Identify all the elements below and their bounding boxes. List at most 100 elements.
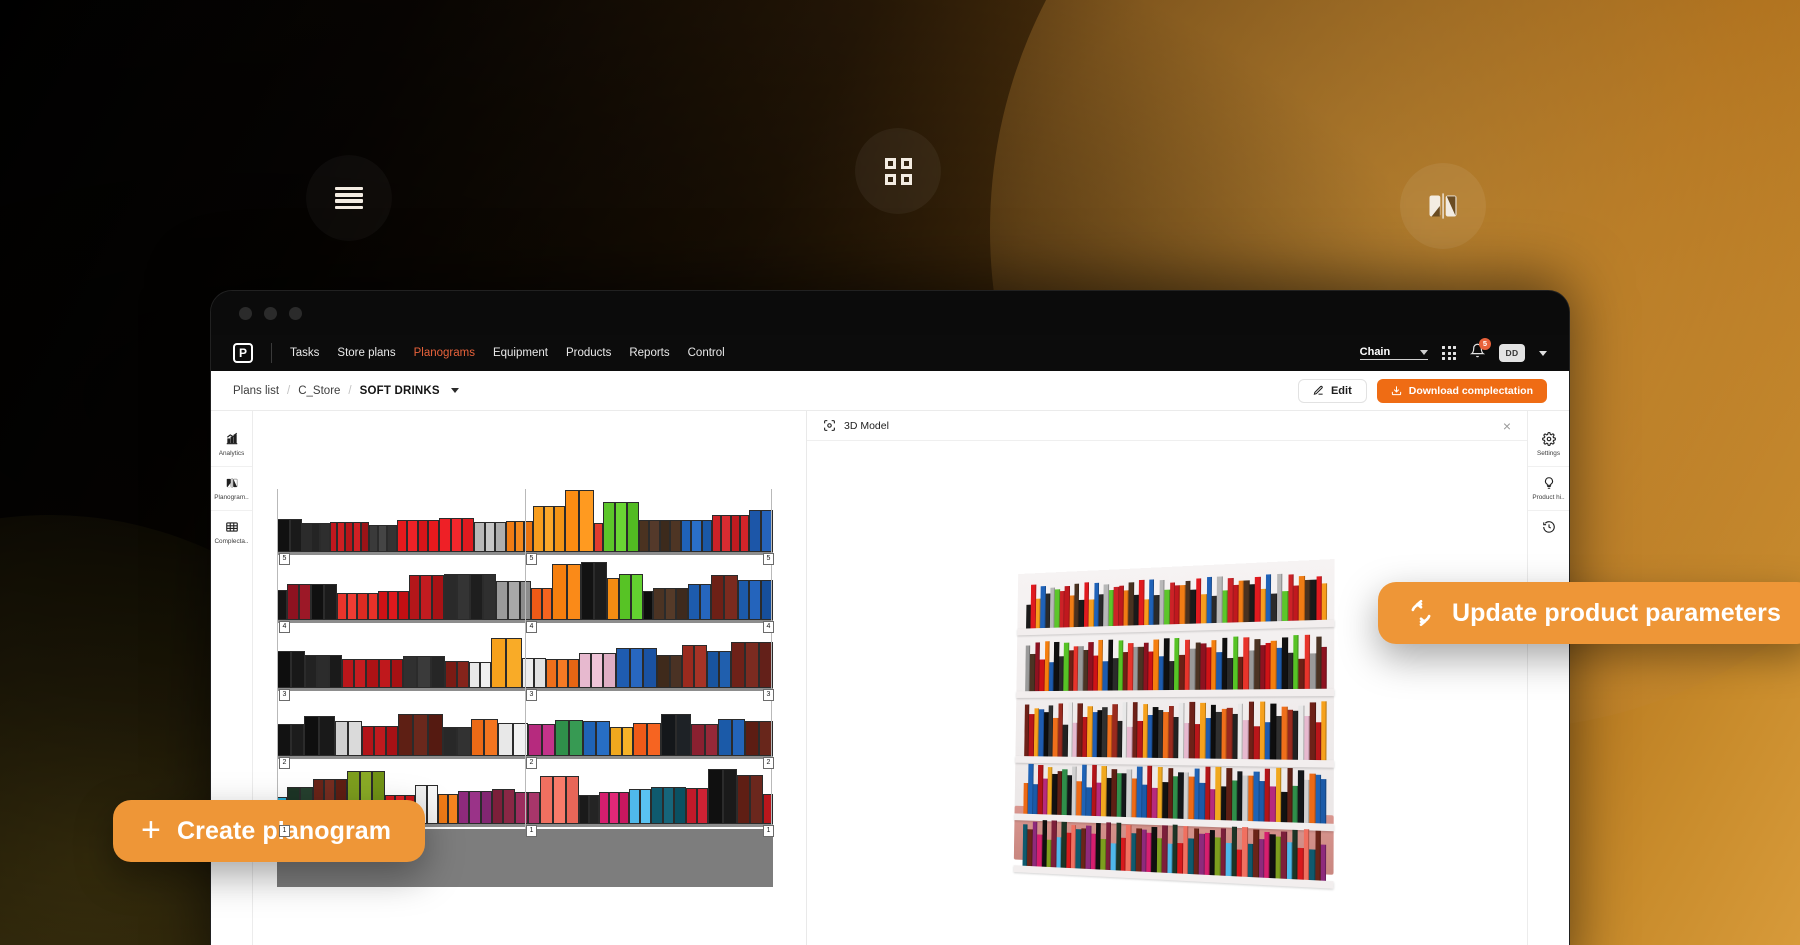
sidebar-item-complectation[interactable]: Complecta.. [211,511,252,554]
planogram-product-facing[interactable] [619,792,629,824]
planogram-product-facing[interactable] [615,502,627,552]
sidebar-item-settings[interactable]: Settings [1528,423,1569,467]
planogram-product-facing[interactable] [630,648,644,688]
planogram-product-facing[interactable] [552,564,567,620]
planogram-product-facing[interactable] [457,574,470,620]
planogram-product-facing[interactable] [579,795,589,824]
planogram-product-facing[interactable] [712,515,721,552]
planogram-product-facing[interactable] [531,588,541,620]
planogram-product-facing[interactable] [566,776,579,824]
chevron-down-icon[interactable] [451,388,459,393]
chain-selector[interactable]: Chain [1360,346,1429,360]
planogram-product-facing[interactable] [354,659,366,688]
planogram-product-facing[interactable] [353,522,361,552]
edit-button[interactable]: Edit [1298,379,1367,403]
planogram-product-facing[interactable] [480,662,491,688]
planogram-product-facing[interactable] [686,788,697,824]
planogram-product-facing[interactable] [750,775,763,824]
planogram-product-facing[interactable] [397,520,408,552]
planogram-product-facing[interactable] [398,714,413,756]
nav-item-tasks[interactable]: Tasks [290,347,319,359]
planogram-product-facing[interactable] [445,661,457,688]
planogram-2d-pane[interactable]: 555444333222111 [253,411,807,945]
planogram-product-facing[interactable] [544,506,555,552]
planogram-product-facing[interactable] [719,651,731,688]
planogram-product-facing[interactable] [534,658,546,688]
planogram-product-facing[interactable] [569,720,583,756]
planogram-product-facing[interactable] [619,574,631,620]
planogram-product-facing[interactable] [610,727,622,756]
planogram-product-facing[interactable] [579,490,593,552]
planogram-product-facing[interactable] [565,490,579,552]
planogram-product-facing[interactable] [368,593,378,620]
planogram-product-facing[interactable] [387,525,396,552]
planogram-product-facing[interactable] [589,795,599,824]
planogram-product-facing[interactable] [409,575,421,620]
planogram-product-facing[interactable] [418,520,429,552]
planogram-product-facing[interactable] [470,574,483,620]
planogram-product-facing[interactable] [745,642,759,688]
planogram-product-facing[interactable] [579,653,591,688]
apps-grid-icon[interactable] [1442,346,1456,360]
planogram-product-facing[interactable] [657,655,669,688]
planogram-product-facing[interactable] [374,726,386,756]
planogram-product-facing[interactable] [691,520,702,552]
create-planogram-cta[interactable]: + Create planogram [113,800,425,862]
planogram-product-facing[interactable] [681,520,692,552]
planogram-product-facing[interactable] [631,574,643,620]
planogram-product-facing[interactable] [651,787,662,824]
planogram-product-facing[interactable] [633,723,647,756]
planogram-product-facing[interactable] [694,645,706,688]
planogram-product-facing[interactable] [591,653,603,688]
planogram-product-facing[interactable] [462,518,474,552]
planogram-product-facing[interactable] [458,791,469,824]
notifications-button[interactable]: 5 [1470,343,1485,363]
chevron-down-icon[interactable] [1539,351,1547,356]
close-icon[interactable]: × [1503,419,1511,433]
planogram-product-facing[interactable] [708,769,722,824]
planogram-product-facing[interactable] [369,525,378,552]
planogram-product-facing[interactable] [568,659,579,688]
planogram-product-facing[interactable] [317,655,329,688]
breadcrumb-plans-list[interactable]: Plans list [233,385,279,397]
planogram-product-facing[interactable] [337,593,347,620]
planogram-product-facing[interactable] [432,575,444,620]
planogram-product-facing[interactable] [335,721,349,756]
planogram-product-facing[interactable] [688,584,700,620]
nav-item-equipment[interactable]: Equipment [493,347,548,359]
planogram-product-facing[interactable] [663,787,674,824]
planogram-product-facing[interactable] [431,656,445,688]
planogram-product-facing[interactable] [439,518,451,552]
planogram-product-facing[interactable] [702,520,713,552]
planogram-product-facing[interactable] [732,719,746,756]
planogram-drawing[interactable]: 555444333222111 [277,489,773,829]
planogram-product-facing[interactable] [622,727,634,756]
planogram-product-facing[interactable] [627,502,639,552]
planogram-product-facing[interactable] [444,574,457,620]
planogram-product-facing[interactable] [749,510,761,552]
planogram-product-facing[interactable] [542,724,556,756]
planogram-product-facing[interactable] [643,648,657,688]
planogram-product-facing[interactable] [740,515,749,552]
planogram-product-facing[interactable] [428,520,439,552]
planogram-product-facing[interactable] [451,518,463,552]
planogram-product-facing[interactable] [378,591,388,620]
planogram-product-facing[interactable] [540,776,553,824]
planogram-product-facing[interactable] [302,523,311,552]
planogram-product-facing[interactable] [471,719,485,756]
planogram-product-facing[interactable] [366,659,378,688]
planogram-product-facing[interactable] [484,719,498,756]
planogram-product-facing[interactable] [616,648,630,688]
planogram-product-facing[interactable] [647,723,661,756]
planogram-product-facing[interactable] [299,584,311,620]
planogram-product-facing[interactable] [555,720,569,756]
planogram-product-facing[interactable] [506,521,515,552]
planogram-product-facing[interactable] [721,515,730,552]
planogram-product-facing[interactable] [670,655,682,688]
planogram-product-facing[interactable] [427,785,438,824]
planogram-product-facing[interactable] [723,769,737,824]
planogram-product-facing[interactable] [481,791,492,824]
planogram-product-facing[interactable] [337,522,345,552]
window-dot-minimize[interactable] [264,307,277,320]
planogram-product-facing[interactable] [448,794,458,824]
